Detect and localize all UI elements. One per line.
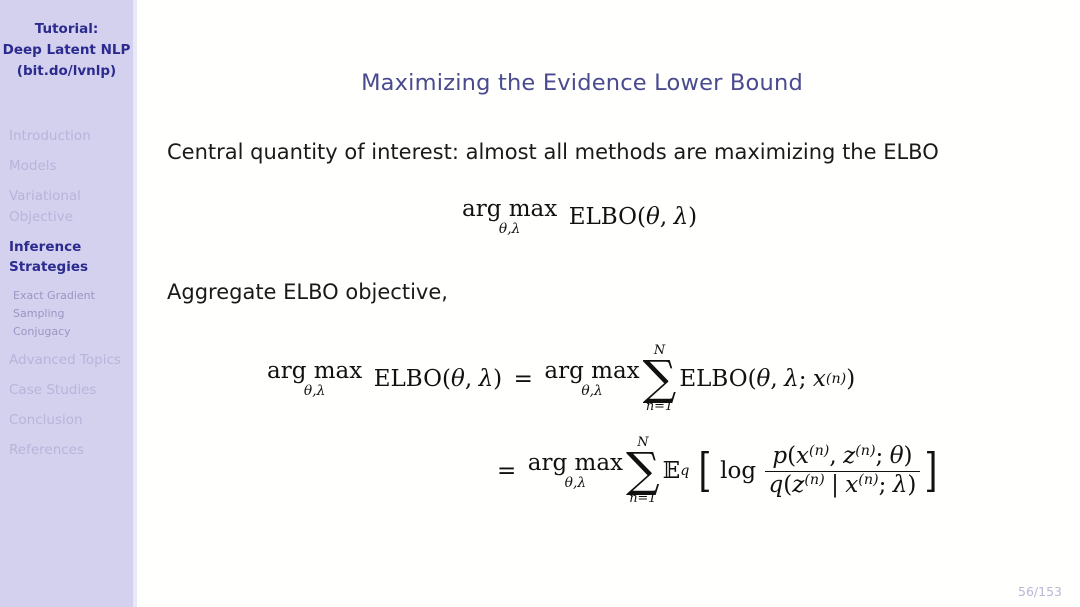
lambda-symbol: λ [892, 471, 908, 498]
paren-close: ) [493, 366, 503, 393]
page-number: 56/153 [1018, 584, 1062, 599]
argmax-label: arg max [527, 449, 624, 476]
equals-symbol: = [513, 366, 533, 393]
x-superscript-n: (n) [825, 371, 847, 388]
fraction-numerator: p(x(n), z(n); θ) [768, 443, 916, 471]
sidebar-item-introduction[interactable]: Introduction [0, 126, 133, 147]
paren-close: ) [688, 204, 698, 231]
equation-aggregate-elbo: arg max θ,λ ELBO ( θ , λ ) = arg max θ,λ… [267, 344, 856, 414]
theta-symbol: θ [645, 204, 660, 231]
summation-operator: N ∑ n=1 [626, 436, 660, 506]
sidebar-header-line-3: (bit.do/lvnlp) [16, 63, 117, 79]
lambda-symbol: λ [673, 204, 689, 231]
comma-symbol: , [770, 366, 778, 393]
paren-close: ) [846, 366, 856, 393]
expectation-symbol: 𝔼 [662, 458, 681, 485]
argmax-limits: θ,λ [498, 221, 521, 237]
sidebar-item-conclusion[interactable]: Conclusion [0, 410, 133, 431]
argmax-limits: θ,λ [581, 382, 603, 399]
paren-close: ) [907, 471, 917, 498]
theta-symbol: θ [756, 366, 771, 393]
equation-argmax-elbo: arg max θ,λ ELBO ( θ , λ ) [462, 198, 697, 237]
z-superscript-n: (n) [804, 471, 825, 488]
semicolon-symbol: ; [798, 366, 807, 393]
x-symbol: x [845, 471, 859, 498]
paren-open: ( [441, 366, 451, 393]
z-symbol: z [843, 443, 856, 470]
sidebar-header-line-2: Deep Latent NLP [2, 42, 131, 58]
page-title: Maximizing the Evidence Lower Bound [361, 70, 803, 96]
sidebar-header[interactable]: Tutorial: Deep Latent NLP (bit.do/lvnlp) [0, 19, 133, 82]
log-ratio-fraction: p(x(n), z(n); θ) q(z(n) | x(n); λ) [764, 443, 921, 499]
log-label: log [720, 458, 757, 485]
x-symbol: x [812, 366, 826, 393]
sidebar-item-strategies[interactable]: Strategies [0, 257, 133, 278]
z-superscript-n: (n) [855, 443, 876, 460]
summation-operator: N ∑ n=1 [642, 344, 677, 414]
lambda-symbol: λ [784, 366, 799, 393]
slide-main: Maximizing the Evidence Lower Bound Cent… [137, 0, 1080, 607]
semicolon-symbol: ; [878, 471, 887, 498]
sigma-icon: ∑ [626, 442, 660, 498]
argmax-label: arg max [544, 357, 640, 384]
comma-symbol: , [464, 366, 473, 393]
fraction-denominator: q(z(n) | x(n); λ) [764, 470, 921, 499]
argmax-label: arg max [267, 357, 363, 384]
comma-symbol: , [829, 443, 837, 470]
paren-open: ( [783, 471, 793, 498]
conditional-bar: | [831, 471, 839, 498]
paren-open: ( [636, 204, 646, 231]
argmax-operator: arg max θ,λ [267, 357, 363, 399]
sidebar-item-inference[interactable]: Inference [0, 237, 133, 258]
sidebar-item-models[interactable]: Models [0, 156, 133, 177]
equals-symbol: = [497, 458, 517, 485]
argmax-label: arg max [462, 196, 558, 222]
x-superscript-n: (n) [809, 443, 830, 460]
theta-symbol: θ [450, 366, 465, 393]
elbo-label: ELBO [373, 366, 442, 393]
comma-symbol: , [659, 204, 668, 231]
theta-symbol: θ [889, 443, 904, 470]
equation-elbo-expectation: = arg max θ,λ N ∑ n=1 𝔼q [ log p(x(n), z(… [497, 436, 940, 506]
argmax-limits: θ,λ [303, 382, 326, 399]
sum-lower-limit: n=1 [645, 398, 674, 414]
sidebar-item-references[interactable]: References [0, 440, 133, 461]
z-symbol: z [792, 471, 805, 498]
sidebar-item-conjugacy[interactable]: Conjugacy [0, 323, 133, 340]
sidebar-item-exact-gradient[interactable]: Exact Gradient [0, 287, 133, 304]
elbo-label-rhs: ELBO [679, 366, 748, 393]
sidebar-item-objective[interactable]: Objective [0, 207, 133, 228]
paren-close: ) [903, 443, 913, 470]
lambda-symbol: λ [478, 366, 494, 393]
argmax-limits: θ,λ [564, 474, 587, 491]
sidebar-item-sampling[interactable]: Sampling [0, 305, 133, 322]
sum-lower-limit: n=1 [629, 490, 657, 506]
p-symbol: p [772, 443, 788, 470]
argmax-operator-rhs: arg max θ,λ [544, 357, 640, 399]
x-symbol: x [796, 443, 810, 470]
argmax-operator: arg max θ,λ [527, 449, 624, 491]
sidebar-header-line-1: Tutorial: [34, 21, 99, 37]
sidebar-item-case-studies[interactable]: Case Studies [0, 380, 133, 401]
elbo-label: ELBO [568, 204, 637, 231]
slide-root: Tutorial: Deep Latent NLP (bit.do/lvnlp)… [0, 0, 1080, 607]
argmax-operator: arg max θ,λ [462, 198, 557, 237]
paren-open: ( [747, 366, 757, 393]
sigma-icon: ∑ [642, 350, 677, 406]
body-text-line-1: Central quantity of interest: almost all… [167, 140, 939, 164]
bracket-close: ] [924, 443, 938, 498]
expectation-subscript: q [680, 463, 690, 480]
bracket-open: [ [698, 443, 712, 498]
paren-open: ( [787, 443, 797, 470]
sidebar-nav: Introduction Models Variational Objectiv… [0, 126, 133, 470]
x-superscript-n: (n) [858, 471, 879, 488]
body-text-line-2: Aggregate ELBO objective, [167, 280, 448, 304]
semicolon-symbol: ; [875, 443, 884, 470]
sidebar-item-variational[interactable]: Variational [0, 186, 133, 207]
sidebar-item-advanced-topics[interactable]: Advanced Topics [0, 350, 133, 371]
q-symbol: q [768, 471, 784, 498]
